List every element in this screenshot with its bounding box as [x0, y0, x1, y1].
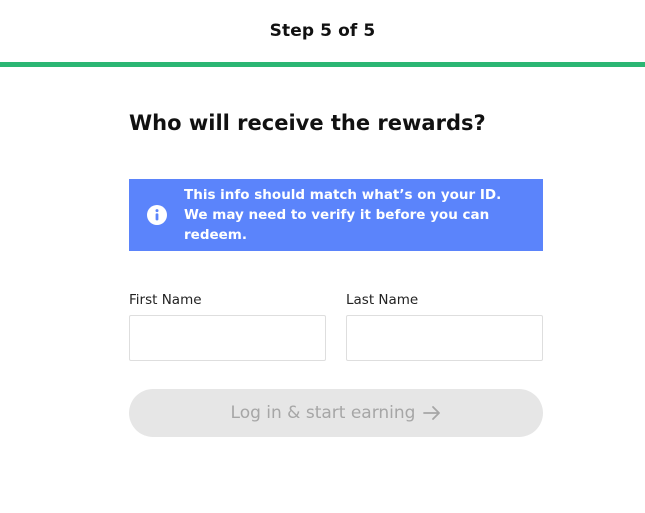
info-icon [146, 204, 168, 226]
first-name-field: First Name [129, 292, 326, 361]
last-name-field: Last Name [346, 292, 543, 361]
last-name-label: Last Name [346, 292, 419, 308]
progress-bar-fill [0, 62, 645, 67]
first-name-label: First Name [129, 292, 202, 308]
form-container: Who will receive the rewards? This info … [129, 108, 543, 437]
login-start-earning-button[interactable]: Log in & start earning [129, 389, 543, 437]
last-name-input[interactable] [346, 315, 543, 361]
progress-bar [0, 62, 645, 67]
signup-step-page: Step 5 of 5 Who will receive the rewards… [0, 0, 645, 513]
id-match-notice: This info should match what’s on your ID… [129, 179, 543, 251]
page-title: Who will receive the rewards? [129, 111, 486, 135]
step-indicator: Step 5 of 5 [269, 21, 376, 41]
step-header: Step 5 of 5 [0, 0, 645, 62]
first-name-input[interactable] [129, 315, 326, 361]
submit-button-label: Log in & start earning [230, 403, 416, 423]
arrow-right-icon [423, 405, 441, 421]
name-fields: First Name Last Name [129, 292, 543, 361]
notice-text: This info should match what’s on your ID… [184, 187, 502, 243]
